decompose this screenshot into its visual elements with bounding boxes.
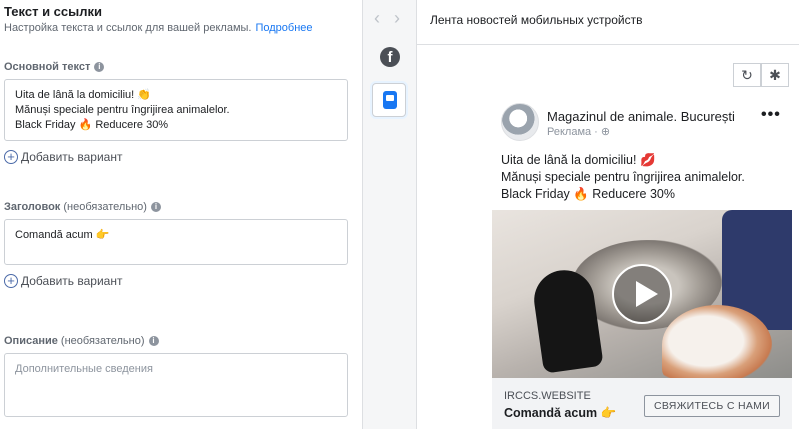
video-cat: [662, 305, 772, 378]
text-links-panel: Текст и ссылки Настройка текста и ссылок…: [0, 0, 362, 429]
plus-circle-icon: +: [4, 150, 18, 164]
headline-label: Заголовок (необязательно) i: [4, 201, 161, 213]
chevron-right-icon[interactable]: ›: [394, 8, 400, 29]
refresh-icon[interactable]: ↻: [733, 63, 761, 87]
ad-preview-card: Magazinul de animale. București Реклама …: [490, 100, 794, 429]
headline-value: Comandă acum 👉: [15, 229, 110, 241]
divider: [417, 44, 799, 45]
chevron-left-icon[interactable]: ‹: [374, 8, 380, 29]
headline-input[interactable]: Comandă acum 👉: [4, 219, 348, 265]
add-variant-button[interactable]: + Добавить вариант: [4, 274, 122, 288]
post-text-line: Mănuși speciale pentru îngrijirea animal…: [501, 170, 745, 184]
section-subtitle: Настройка текста и ссылок для вашей рекл…: [4, 22, 313, 34]
add-variant-button[interactable]: + Добавить вариант: [4, 150, 122, 164]
post-text: Uita de lână la domiciliu! 💋 Mănuși spec…: [501, 152, 745, 203]
info-icon[interactable]: i: [150, 202, 161, 212]
cta-bar: IRCCS.WEBSITE Comandă acum 👉 СВЯЖИТЕСЬ С…: [492, 378, 792, 429]
post-text-line: Black Friday 🔥 Reducere 30%: [501, 187, 675, 201]
post-text-line: Uita de lână la domiciliu! 💋: [501, 153, 656, 167]
primary-text-label: Основной текст i: [4, 61, 105, 73]
primary-text-input[interactable]: Uita de lână la domiciliu! 👏 Mănuși spec…: [4, 79, 348, 141]
play-icon[interactable]: [612, 264, 672, 324]
info-icon[interactable]: i: [148, 336, 159, 346]
preview-title: Лента новостей мобильных устройств: [430, 13, 643, 27]
link-headline: Comandă acum 👉: [504, 406, 617, 420]
link-domain: IRCCS.WEBSITE: [504, 390, 591, 402]
page-name[interactable]: Magazinul de animale. București: [547, 109, 735, 124]
plus-circle-icon: +: [4, 274, 18, 288]
primary-text-line: Mănuși speciale pentru îngrijirea animal…: [15, 104, 230, 116]
info-icon[interactable]: i: [94, 62, 105, 72]
mobile-feed-icon: [383, 91, 397, 109]
section-title: Текст и ссылки: [4, 4, 102, 19]
bug-icon[interactable]: ✱: [761, 63, 789, 87]
sponsored-label: Реклама · ⊕: [547, 126, 611, 138]
primary-text-line: Black Friday 🔥 Reducere 30%: [15, 119, 169, 131]
avatar[interactable]: [501, 103, 539, 141]
contact-us-button[interactable]: СВЯЖИТЕСЬ С НАМИ: [644, 395, 780, 417]
description-placeholder: Дополнительные сведения: [15, 363, 153, 375]
primary-text-line: Uita de lână la domiciliu! 👏: [15, 89, 151, 101]
mobile-feed-button[interactable]: [372, 83, 406, 117]
description-label: Описание (необязательно) i: [4, 335, 159, 347]
learn-more-link[interactable]: Подробнее: [255, 22, 312, 34]
facebook-icon[interactable]: f: [380, 47, 400, 67]
description-input[interactable]: Дополнительные сведения: [4, 353, 348, 417]
more-options-icon[interactable]: •••: [761, 106, 781, 124]
ad-video[interactable]: [492, 210, 792, 378]
